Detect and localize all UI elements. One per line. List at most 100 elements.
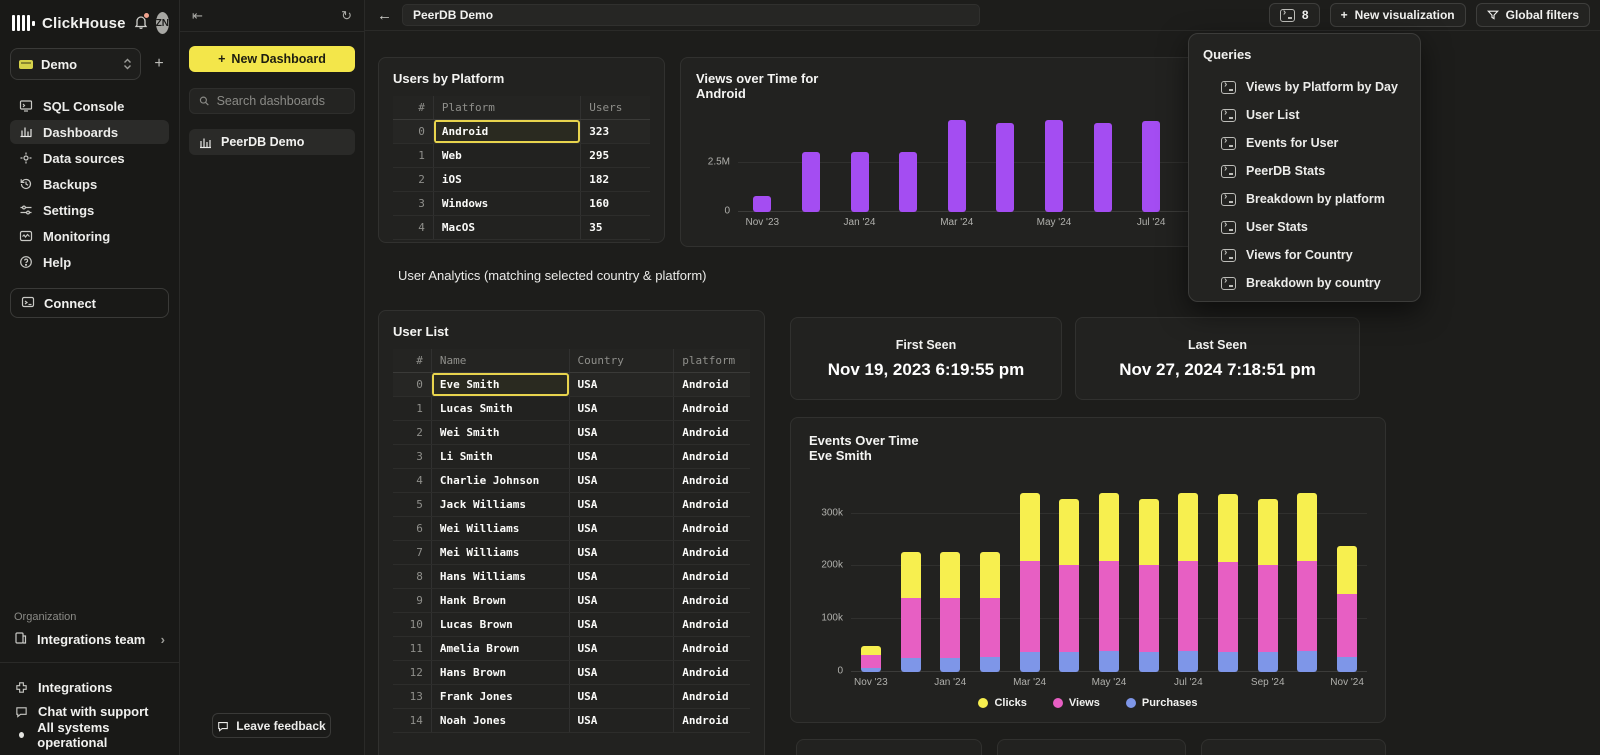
table-cell[interactable]: Jack Williams bbox=[431, 493, 569, 516]
table-cell[interactable]: Windows bbox=[433, 192, 580, 215]
table-row[interactable]: 10Lucas BrownUSAAndroid bbox=[393, 613, 750, 637]
stacked-bar[interactable] bbox=[1178, 493, 1198, 672]
table-row[interactable]: 9Hank BrownUSAAndroid bbox=[393, 589, 750, 613]
table-row[interactable]: 8Hans WilliamsUSAAndroid bbox=[393, 565, 750, 589]
query-item-user-stats[interactable]: User Stats bbox=[1203, 213, 1406, 241]
table-row[interactable]: 3Li SmithUSAAndroid bbox=[393, 445, 750, 469]
stacked-bar[interactable] bbox=[901, 552, 921, 672]
column-header-name[interactable]: Name bbox=[431, 349, 569, 372]
table-cell[interactable]: Android bbox=[673, 493, 750, 516]
table-row[interactable]: 11Amelia BrownUSAAndroid bbox=[393, 637, 750, 661]
bar[interactable] bbox=[996, 123, 1014, 212]
table-cell[interactable]: 2 bbox=[393, 421, 431, 444]
table-cell[interactable]: 10 bbox=[393, 613, 431, 636]
table-cell[interactable]: USA bbox=[569, 565, 674, 588]
table-cell[interactable]: USA bbox=[569, 493, 674, 516]
query-item-views-for-country[interactable]: Views for Country bbox=[1203, 241, 1406, 269]
bar[interactable] bbox=[1045, 120, 1063, 212]
table-cell[interactable]: Amelia Brown bbox=[431, 637, 569, 660]
table-cell[interactable]: 14 bbox=[393, 709, 431, 732]
table-row[interactable]: 1Web295 bbox=[393, 144, 650, 168]
stacked-bar[interactable] bbox=[861, 646, 881, 672]
table-cell[interactable]: Android bbox=[673, 397, 750, 420]
stacked-bar[interactable] bbox=[1258, 499, 1278, 672]
table-cell[interactable]: USA bbox=[569, 709, 674, 732]
table-cell[interactable]: USA bbox=[569, 517, 674, 540]
stacked-bar[interactable] bbox=[1139, 499, 1159, 672]
notifications-bell-icon[interactable] bbox=[133, 14, 149, 32]
stacked-bar[interactable] bbox=[1059, 499, 1079, 672]
table-row[interactable]: 4Charlie JohnsonUSAAndroid bbox=[393, 469, 750, 493]
table-cell[interactable]: Android bbox=[673, 637, 750, 660]
table-cell[interactable]: Android bbox=[673, 421, 750, 444]
column-header-users[interactable]: Users bbox=[580, 96, 650, 119]
query-item-breakdown-by-platform[interactable]: Breakdown by platform bbox=[1203, 185, 1406, 213]
column-header-country[interactable]: Country bbox=[569, 349, 674, 372]
table-cell[interactable]: 5 bbox=[393, 493, 431, 516]
table-cell[interactable]: 6 bbox=[393, 517, 431, 540]
avatar[interactable]: ZN bbox=[156, 12, 169, 34]
table-cell[interactable]: Wei Williams bbox=[431, 517, 569, 540]
table-cell[interactable]: 7 bbox=[393, 541, 431, 564]
sidebar-item-monitoring[interactable]: Monitoring bbox=[10, 224, 169, 248]
table-cell[interactable]: Lucas Smith bbox=[431, 397, 569, 420]
stacked-bar[interactable] bbox=[1218, 494, 1238, 672]
stacked-bar[interactable] bbox=[1099, 493, 1119, 672]
table-cell[interactable]: 11 bbox=[393, 637, 431, 660]
table-cell[interactable]: 12 bbox=[393, 661, 431, 684]
new-visualization-button[interactable]: + New visualization bbox=[1330, 3, 1466, 27]
table-cell[interactable]: Android bbox=[673, 565, 750, 588]
table-cell[interactable]: USA bbox=[569, 637, 674, 660]
new-dashboard-button[interactable]: + New Dashboard bbox=[189, 46, 355, 72]
sidebar-item-dashboards[interactable]: Dashboards bbox=[10, 120, 169, 144]
query-item-views-by-platform-by-day[interactable]: Views by Platform by Day bbox=[1203, 73, 1406, 101]
table-cell[interactable]: 0 bbox=[393, 373, 431, 396]
organization-team[interactable]: Integrations team › bbox=[10, 631, 169, 662]
table-cell[interactable]: 3 bbox=[393, 192, 433, 215]
sidebar-item-backups[interactable]: Backups bbox=[10, 172, 169, 196]
table-row[interactable]: 3Windows160 bbox=[393, 192, 650, 216]
table-cell[interactable]: 323 bbox=[580, 120, 650, 143]
table-cell[interactable]: Mei Williams bbox=[431, 541, 569, 564]
column-header-platform[interactable]: Platform bbox=[433, 96, 580, 119]
legend-item-purchases[interactable]: Purchases bbox=[1126, 697, 1198, 709]
bar[interactable] bbox=[1142, 121, 1160, 212]
table-row[interactable]: 5Jack WilliamsUSAAndroid bbox=[393, 493, 750, 517]
table-row[interactable]: 13Frank JonesUSAAndroid bbox=[393, 685, 750, 709]
table-cell[interactable]: Android bbox=[433, 120, 580, 143]
table-cell[interactable]: Noah Jones bbox=[431, 709, 569, 732]
table-cell[interactable]: 4 bbox=[393, 469, 431, 492]
dashboard-title-input[interactable] bbox=[402, 4, 980, 26]
table-cell[interactable]: Android bbox=[673, 661, 750, 684]
table-cell[interactable]: USA bbox=[569, 445, 674, 468]
table-cell[interactable]: Hans Brown bbox=[431, 661, 569, 684]
legend-item-views[interactable]: Views bbox=[1053, 697, 1100, 709]
table-cell[interactable]: USA bbox=[569, 685, 674, 708]
table-cell[interactable]: 35 bbox=[580, 216, 650, 239]
table-cell[interactable]: 4 bbox=[393, 216, 433, 239]
workspace-select[interactable]: Demo bbox=[10, 48, 141, 80]
bar[interactable] bbox=[1094, 123, 1112, 212]
query-item-events-for-user[interactable]: Events for User bbox=[1203, 129, 1406, 157]
leave-feedback-button[interactable]: Leave feedback bbox=[212, 713, 331, 738]
table-cell[interactable]: 160 bbox=[580, 192, 650, 215]
bar[interactable] bbox=[948, 120, 966, 212]
table-cell[interactable]: Android bbox=[673, 589, 750, 612]
table-cell[interactable]: Android bbox=[673, 613, 750, 636]
query-item-peerdb-stats[interactable]: PeerDB Stats bbox=[1203, 157, 1406, 185]
table-cell[interactable]: USA bbox=[569, 397, 674, 420]
bar[interactable] bbox=[899, 152, 917, 212]
table-cell[interactable]: USA bbox=[569, 469, 674, 492]
table-cell[interactable]: Android bbox=[673, 373, 750, 396]
table-row[interactable]: 12Hans BrownUSAAndroid bbox=[393, 661, 750, 685]
table-cell[interactable]: 3 bbox=[393, 445, 431, 468]
table-cell[interactable]: 2 bbox=[393, 168, 433, 191]
bar[interactable] bbox=[753, 196, 771, 212]
global-filters-button[interactable]: Global filters bbox=[1476, 3, 1590, 27]
queries-toggle-button[interactable]: 8 bbox=[1269, 3, 1320, 27]
sidebar-item-sql-console[interactable]: SQL Console bbox=[10, 94, 169, 118]
table-cell[interactable]: Eve Smith bbox=[431, 373, 569, 396]
add-service-button[interactable]: + bbox=[149, 55, 169, 73]
table-cell[interactable]: Android bbox=[673, 541, 750, 564]
table-cell[interactable]: Android bbox=[673, 445, 750, 468]
